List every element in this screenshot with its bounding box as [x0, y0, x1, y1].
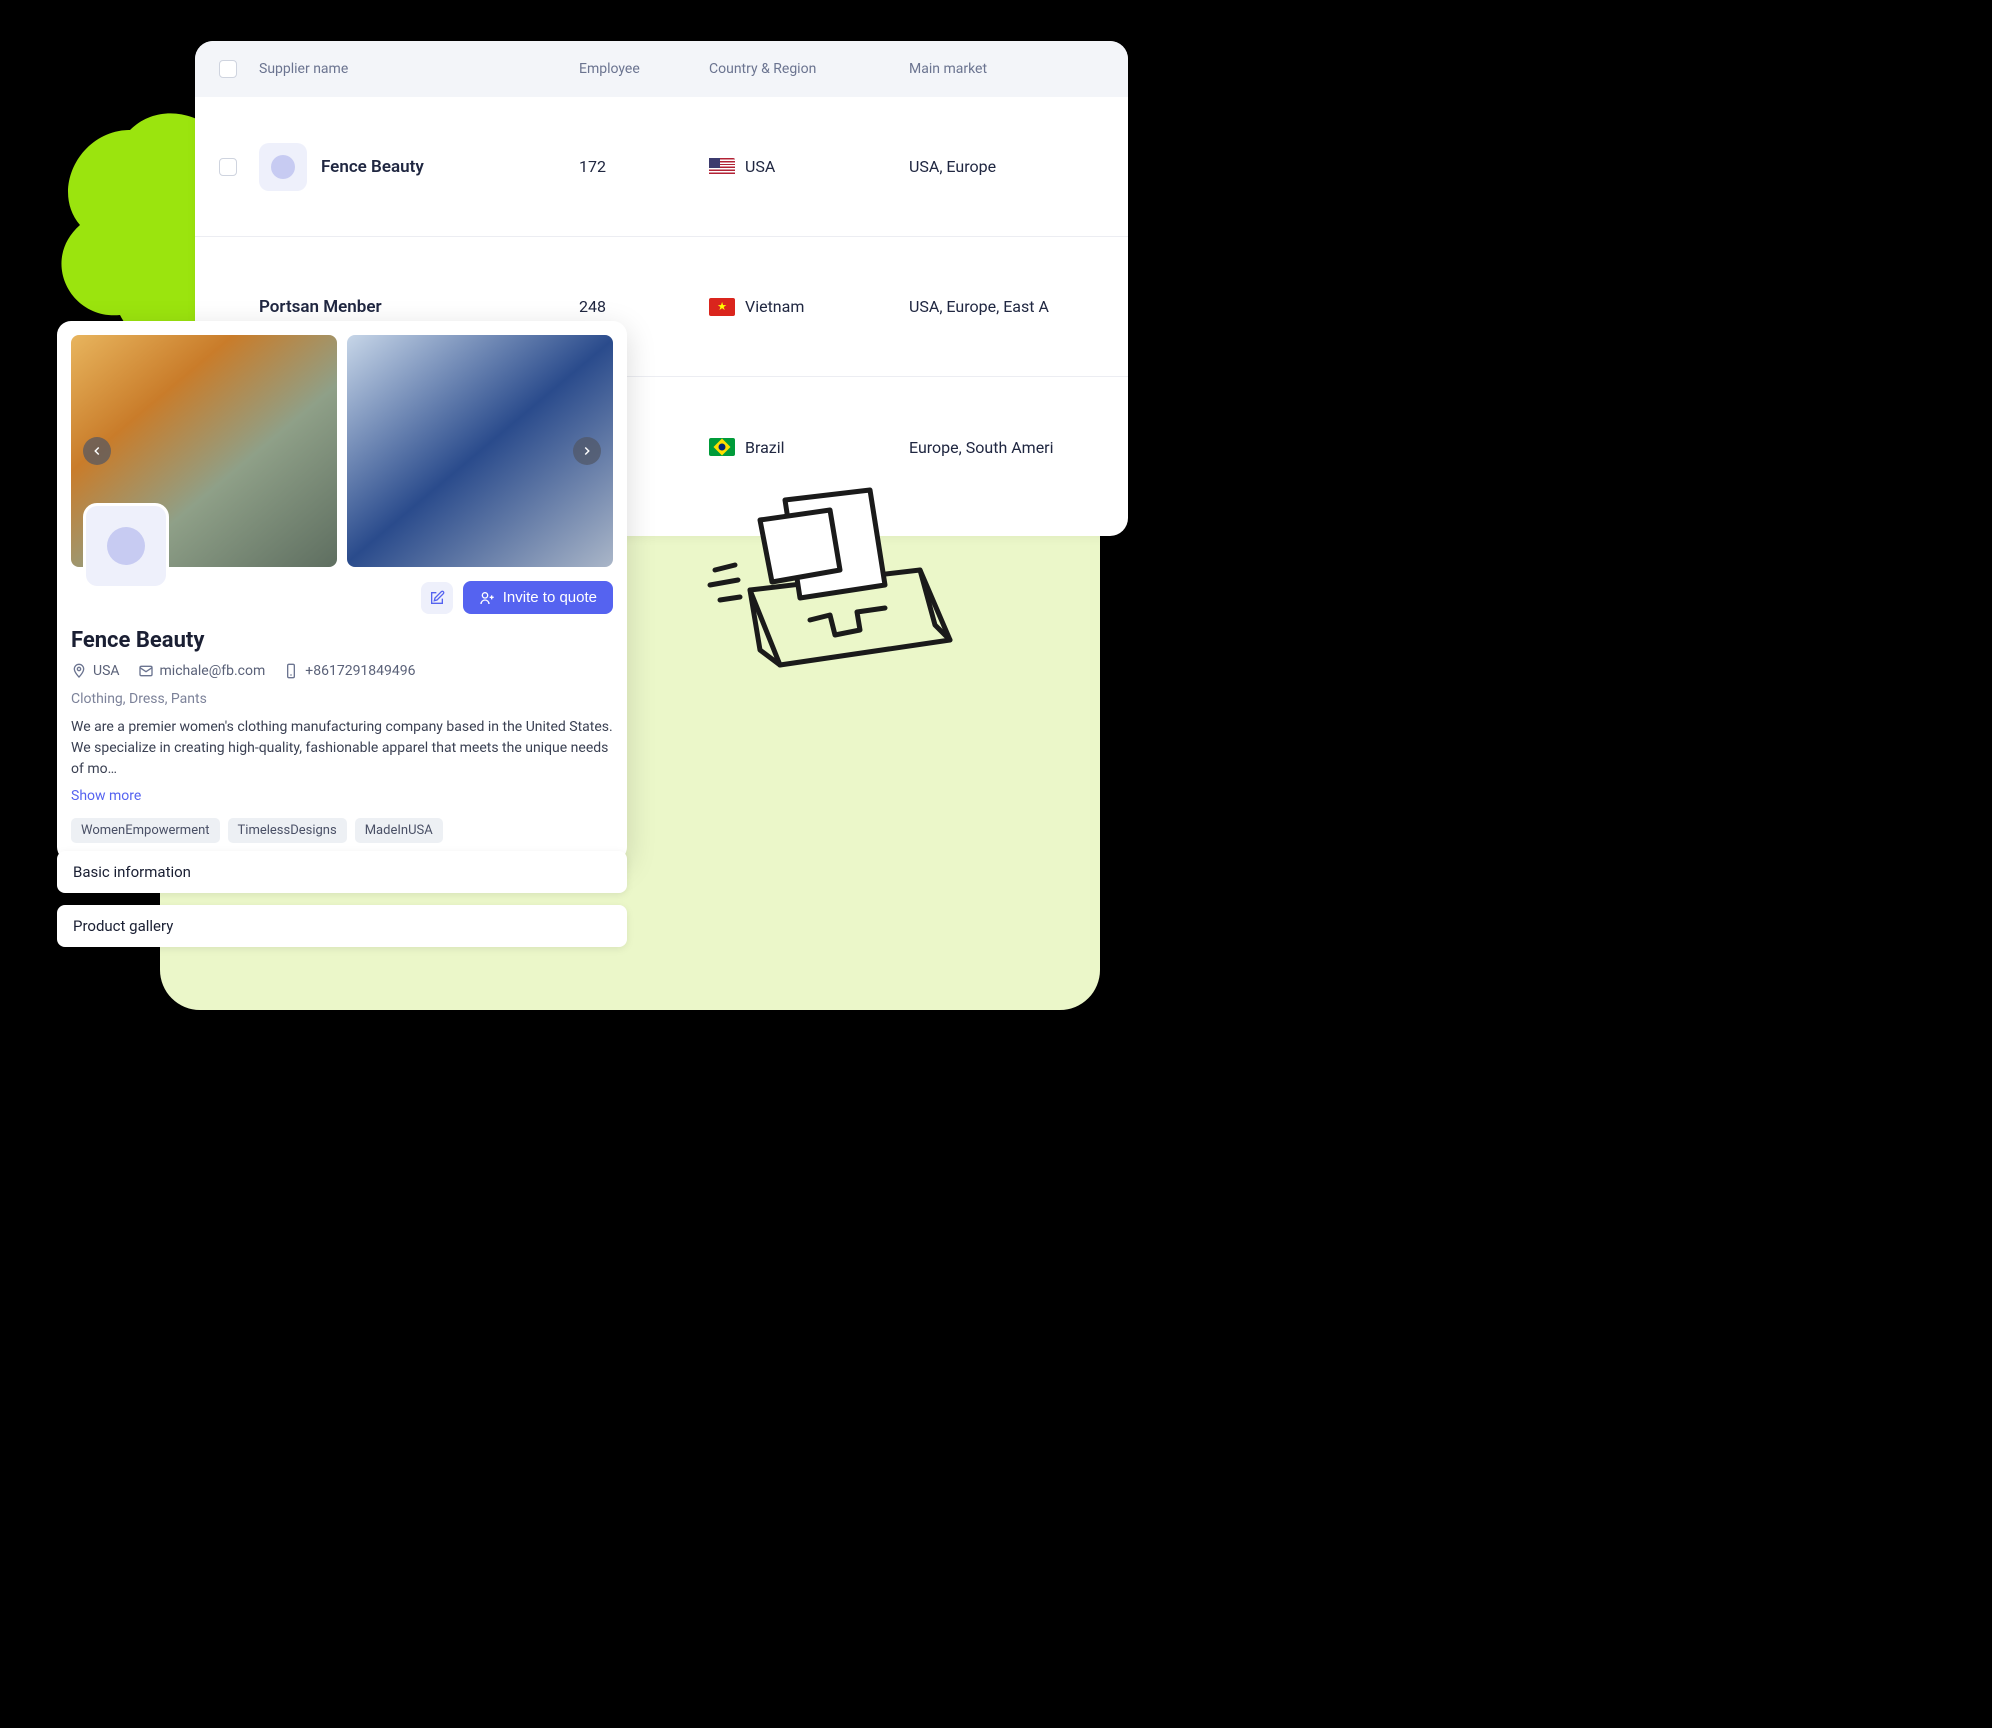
header-employee: Employee: [579, 61, 709, 77]
tag: TimelessDesigns: [228, 818, 347, 843]
location-icon: [71, 663, 87, 679]
country-name: Vietnam: [745, 297, 804, 316]
email-meta: michale@fb.com: [138, 663, 266, 679]
detail-title: Fence Beauty: [71, 628, 613, 653]
flag-icon: [709, 438, 735, 456]
select-all-checkbox[interactable]: [219, 60, 237, 78]
tag: MadeInUSA: [355, 818, 443, 843]
mail-icon: [138, 663, 154, 679]
supplier-detail-card: Invite to quote Fence Beauty USA michale…: [57, 321, 627, 861]
row-checkbox[interactable]: [219, 158, 237, 176]
table-row[interactable]: Fence Beauty 172 USA USA, Europe: [195, 97, 1128, 237]
image-gallery: [71, 335, 613, 567]
supplier-logo: [83, 503, 169, 589]
location-meta: USA: [71, 663, 120, 679]
employee-count: 248: [579, 297, 709, 316]
edit-button[interactable]: [421, 582, 453, 614]
show-more-link[interactable]: Show more: [71, 788, 613, 804]
supplier-name: Fence Beauty: [321, 157, 424, 177]
country-name: Brazil: [745, 438, 785, 457]
categories-text: Clothing, Dress, Pants: [71, 691, 613, 707]
header-market: Main market: [909, 61, 1104, 77]
gallery-prev-button[interactable]: [83, 437, 111, 465]
gallery-next-button[interactable]: [573, 437, 601, 465]
employee-count: 172: [579, 157, 709, 176]
supplier-name: Portsan Menber: [259, 297, 382, 317]
invite-to-quote-button[interactable]: Invite to quote: [463, 581, 613, 614]
market-text: USA, Europe, East A: [909, 297, 1104, 316]
market-text: Europe, South Ameri: [909, 438, 1104, 457]
header-country: Country & Region: [709, 61, 909, 77]
tag: WomenEmpowerment: [71, 818, 220, 843]
phone-meta: +8617291849496: [283, 663, 415, 679]
invite-button-label: Invite to quote: [503, 589, 597, 606]
inbox-illustration: [690, 470, 980, 710]
phone-icon: [283, 663, 299, 679]
basic-information-section[interactable]: Basic information: [57, 851, 627, 893]
supplier-avatar: [259, 143, 307, 191]
product-gallery-section[interactable]: Product gallery: [57, 905, 627, 947]
table-header-row: Supplier name Employee Country & Region …: [195, 41, 1128, 97]
header-supplier-name: Supplier name: [259, 61, 579, 77]
country-name: USA: [745, 157, 775, 176]
market-text: USA, Europe: [909, 157, 1104, 176]
flag-icon: [709, 298, 735, 316]
flag-icon: [709, 158, 735, 176]
description-text: We are a premier women's clothing manufa…: [71, 717, 613, 780]
